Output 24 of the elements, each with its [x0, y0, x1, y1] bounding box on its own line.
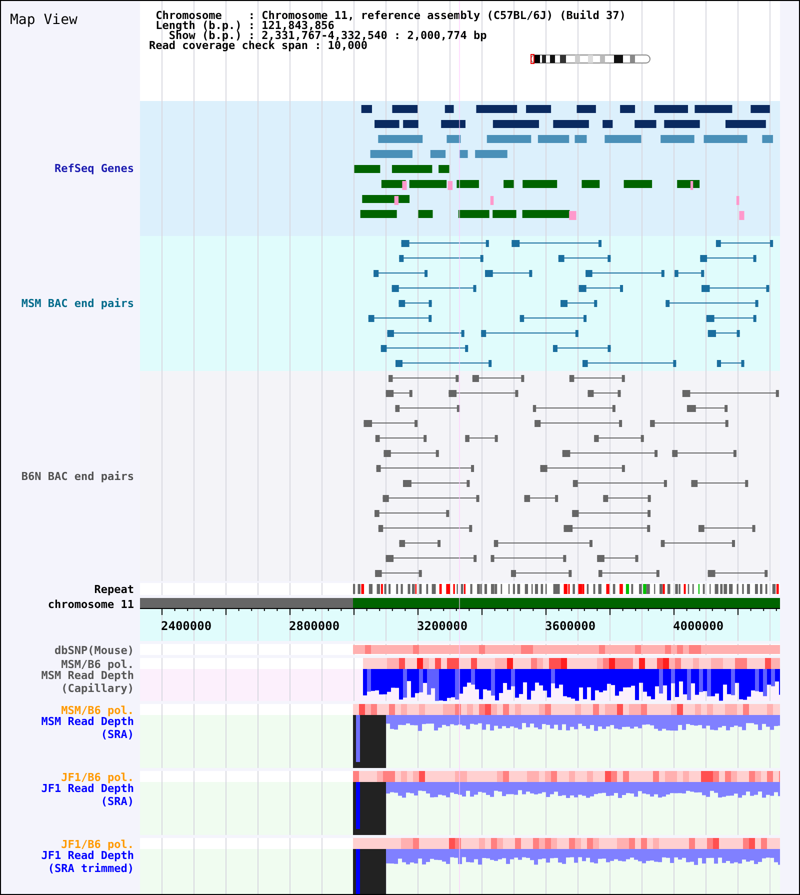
- axis-label: 3200000: [417, 620, 468, 632]
- info-line: Read coverage check span : 10,000: [149, 41, 368, 51]
- track-label: MSM BAC end pairs: [21, 297, 134, 310]
- track-label: MSM Read Depth (Capillary): [41, 669, 134, 695]
- track-label: JF1/B6 pol.: [61, 838, 134, 851]
- axis-label: 2800000: [289, 620, 340, 632]
- info-line: Show (b.p.) : 2,331,767-4,332,540 : 2,000,774 bp: [168, 31, 487, 41]
- info-line: Chromosome : Chromosome 11, reference assembly (C57BL/6J) (Build 37): [154, 11, 626, 21]
- track-label: chromosome 11: [48, 598, 134, 611]
- track-label: B6N BAC end pairs: [21, 470, 134, 482]
- track-label: RefSeq Genes: [54, 162, 134, 175]
- axis-label: 2400000: [161, 620, 212, 632]
- info-line: Length (b.p.) : 121,843,856: [154, 21, 334, 31]
- axis-label: 3600000: [545, 620, 596, 632]
- track-label: MSM/B6 pol.: [61, 658, 134, 671]
- track-label: Repeat: [94, 583, 134, 596]
- track-label: MSM/B6 pol.: [61, 704, 134, 717]
- track-label: dbSNP(Mouse): [54, 644, 134, 657]
- panel-title: Map View: [9, 11, 78, 30]
- axis-label: 4000000: [673, 620, 724, 632]
- track-label: JF1 Read Depth (SRA trimmed): [41, 849, 134, 875]
- track-label: JF1 Read Depth (SRA): [41, 782, 134, 808]
- track-label: JF1/B6 pol.: [61, 771, 134, 784]
- track-label: MSM Read Depth (SRA): [41, 715, 134, 741]
